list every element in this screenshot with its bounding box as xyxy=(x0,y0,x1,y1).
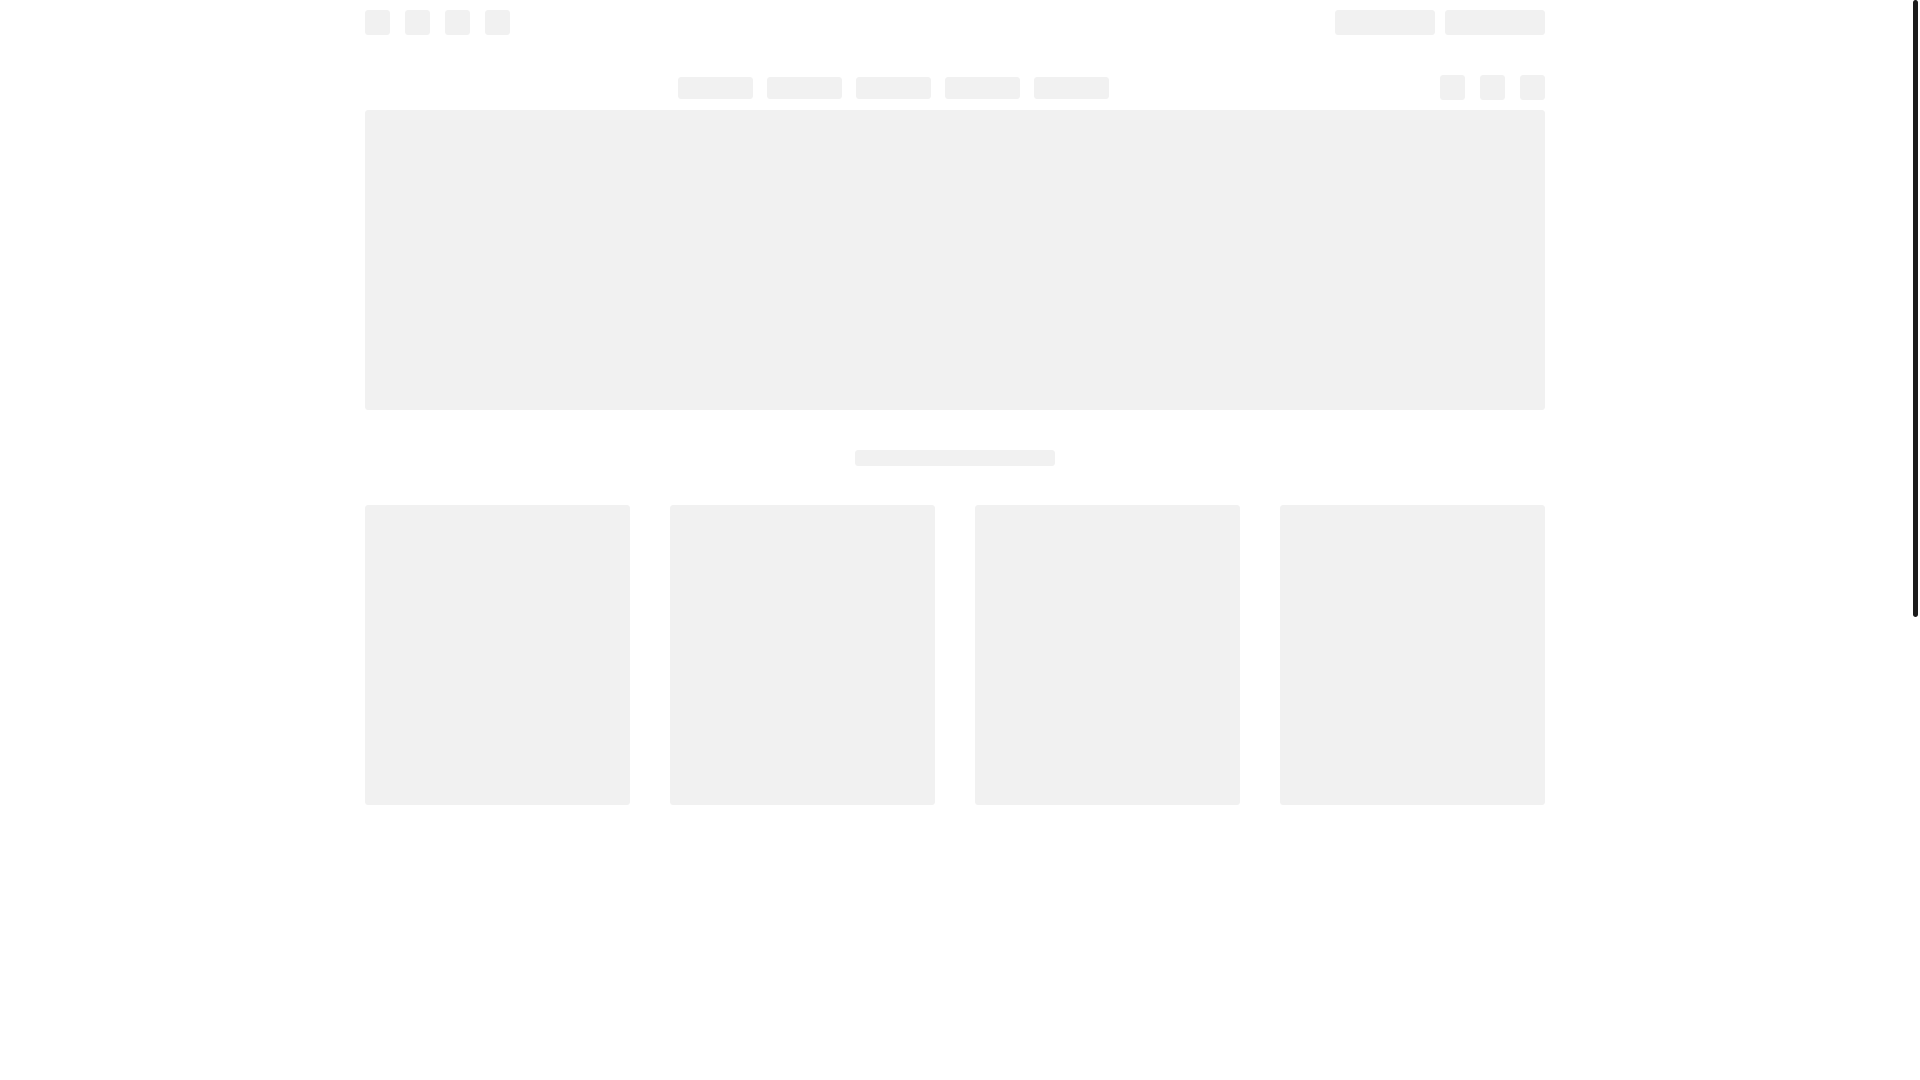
top-action-placeholder-1[interactable] xyxy=(1335,10,1435,35)
page xyxy=(0,0,1920,1080)
hero-banner-placeholder xyxy=(365,110,1545,410)
top-icon-placeholder-3[interactable] xyxy=(445,10,470,35)
nav-tab-placeholder-5[interactable] xyxy=(1034,77,1109,99)
section-heading-placeholder xyxy=(855,450,1055,466)
nav-icon-placeholder-3[interactable] xyxy=(1520,75,1545,100)
top-icon-placeholder-1[interactable] xyxy=(365,10,390,35)
top-action-placeholder-2[interactable] xyxy=(1445,10,1545,35)
nav-tab-placeholder-2[interactable] xyxy=(767,77,842,99)
top-icon-placeholder-4[interactable] xyxy=(485,10,510,35)
nav-icon-placeholder-1[interactable] xyxy=(1440,75,1465,100)
card-placeholder-2[interactable] xyxy=(670,505,935,805)
nav-icon-placeholder-2[interactable] xyxy=(1480,75,1505,100)
card-placeholder-1[interactable] xyxy=(365,505,630,805)
vertical-scrollbar[interactable] xyxy=(1913,0,1918,617)
nav-tab-placeholder-3[interactable] xyxy=(856,77,931,99)
nav-tab-placeholder-4[interactable] xyxy=(945,77,1020,99)
nav-tab-placeholder-1[interactable] xyxy=(678,77,753,99)
card-placeholder-4[interactable] xyxy=(1280,505,1545,805)
card-placeholder-3[interactable] xyxy=(975,505,1240,805)
top-icon-placeholder-2[interactable] xyxy=(405,10,430,35)
